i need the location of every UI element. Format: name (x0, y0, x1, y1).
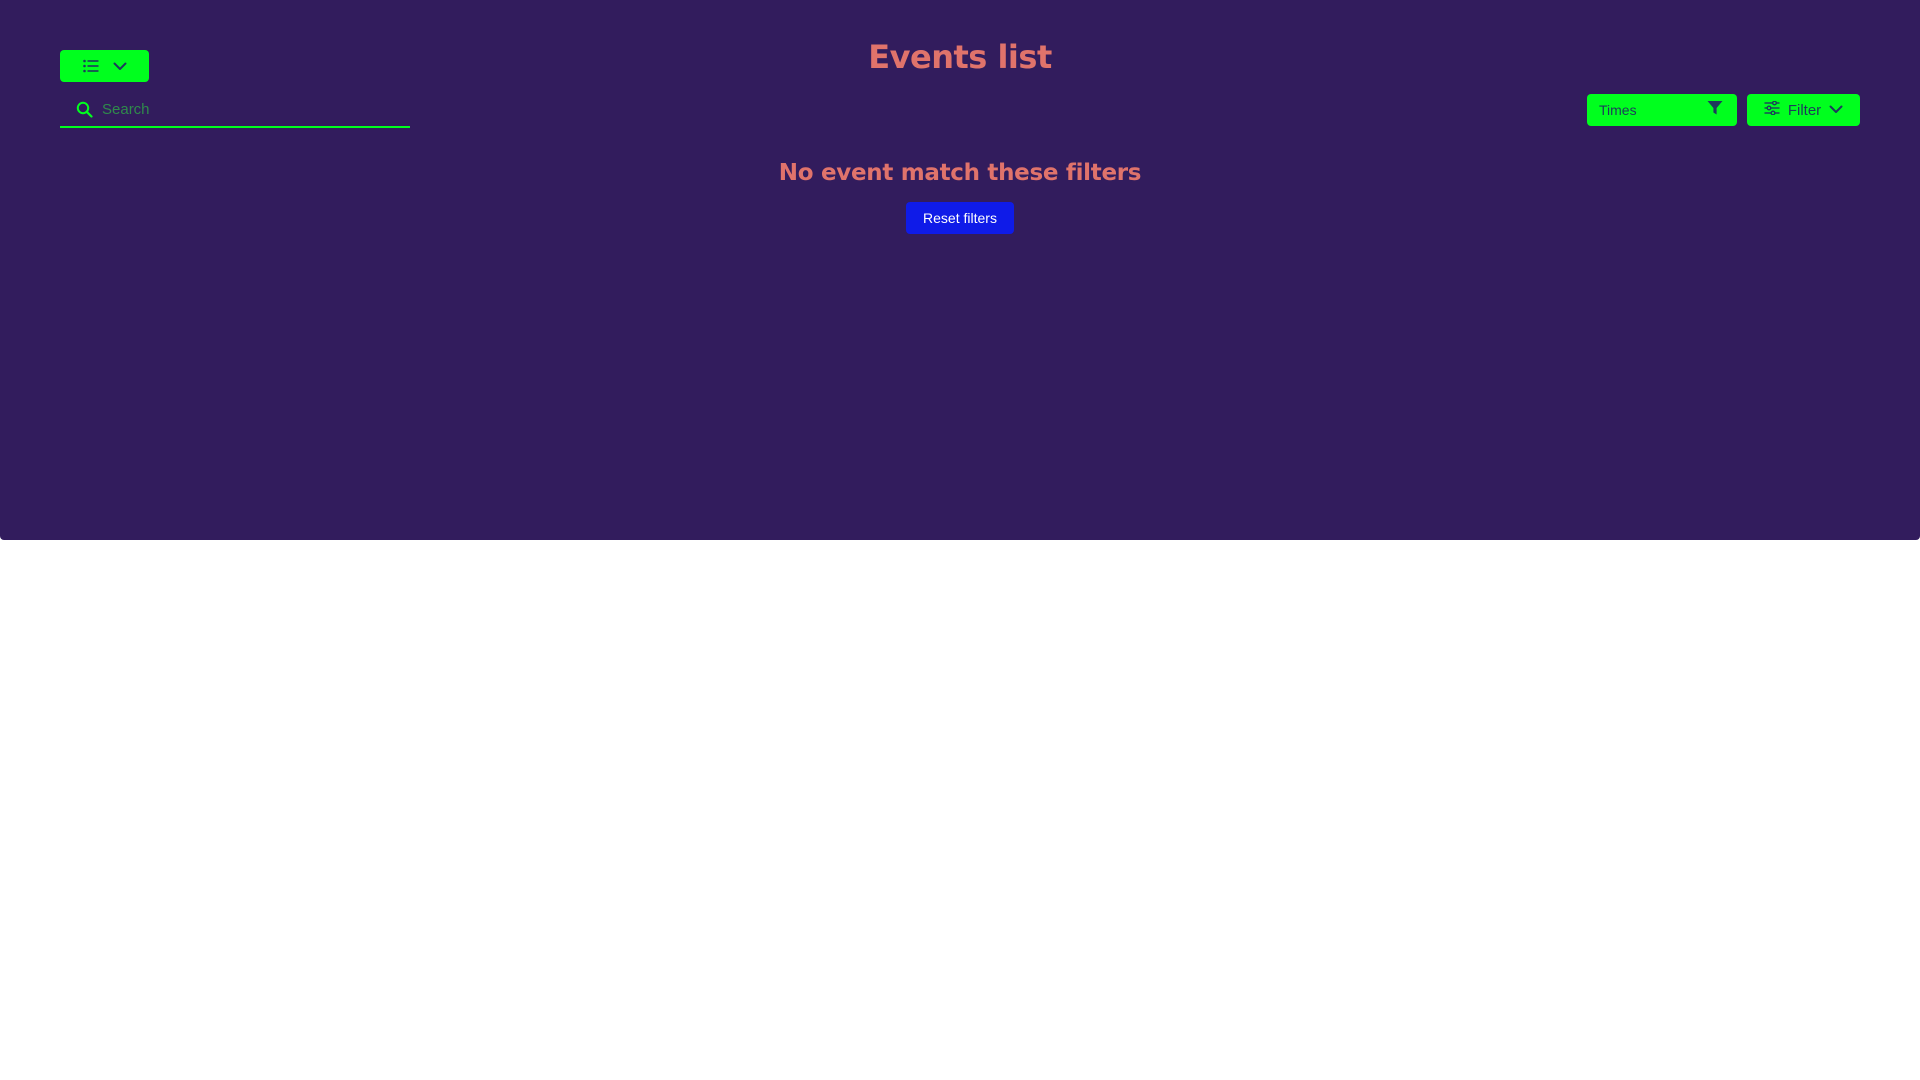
search-icon (76, 101, 94, 119)
events-panel: Events list Times Filter No eve (0, 0, 1920, 540)
funnel-icon (1707, 100, 1723, 121)
filter-menu-button[interactable]: Filter (1747, 94, 1860, 126)
sliders-icon (1764, 100, 1780, 120)
chevron-down-icon (1829, 101, 1843, 119)
search-input[interactable] (102, 95, 402, 124)
search-bar (60, 93, 410, 128)
reset-filters-button[interactable]: Reset filters (906, 202, 1014, 234)
empty-state-message: No event match these filters (778, 160, 1142, 186)
page-title: Events list (868, 38, 1052, 76)
filter-menu-label: Filter (1787, 101, 1822, 119)
times-filter-select[interactable]: Times (1587, 94, 1737, 126)
times-filter-label: Times (1599, 102, 1637, 118)
